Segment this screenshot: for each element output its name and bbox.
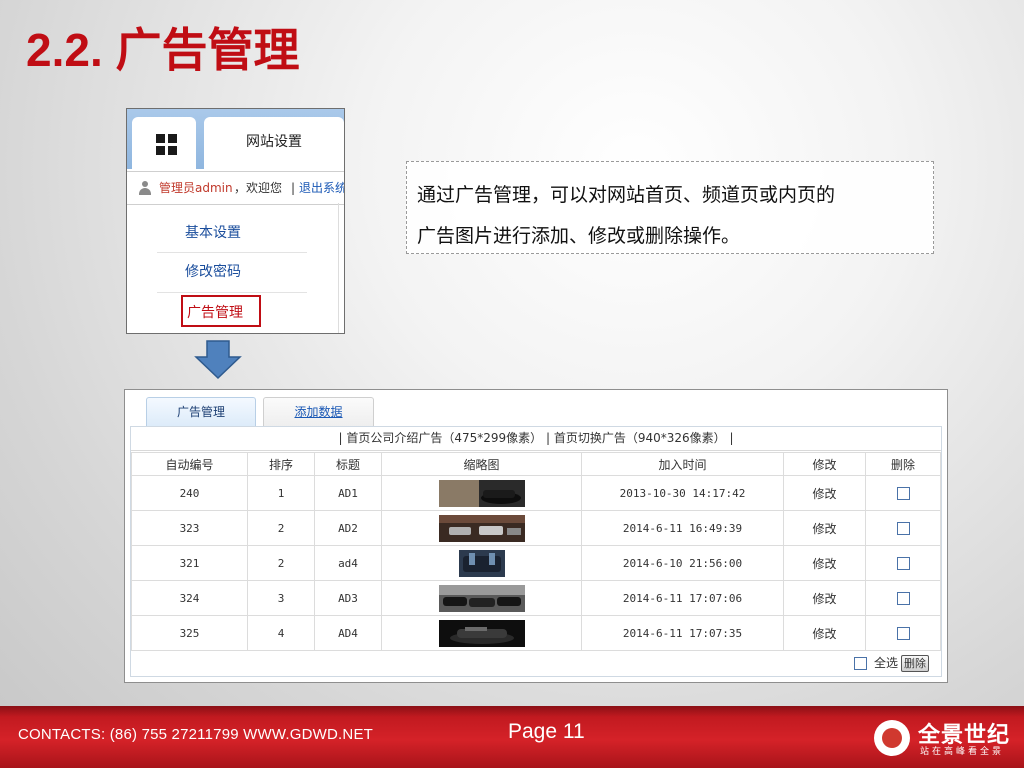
table-row: 240 1 AD1 2013-10-30 14:17:42 修改	[131, 475, 941, 511]
delete-checkbox[interactable]	[896, 556, 910, 570]
col-header-added-time: 加入时间	[581, 452, 784, 476]
cell-added-time: 2014-6-11 17:07:35	[581, 615, 784, 651]
edit-link[interactable]: 修改	[783, 510, 866, 546]
cell-delete	[865, 475, 941, 511]
sidebar-item-basic-settings[interactable]: 基本设置	[185, 214, 305, 252]
col-header-delete: 删除	[865, 452, 941, 476]
thumbnail-image[interactable]	[438, 479, 525, 507]
cell-added-time: 2014-6-11 16:49:39	[581, 510, 784, 546]
cell-thumbnail	[381, 615, 582, 651]
cell-delete	[865, 510, 941, 546]
user-bar-separator: |	[291, 181, 296, 195]
table-row: 323 2 AD2 2014-6-11 16:49:39 修改	[131, 510, 941, 546]
cell-id: 323	[131, 510, 248, 546]
cell-id: 321	[131, 545, 248, 581]
tab-site-settings[interactable]: 网站设置	[204, 117, 344, 171]
cell-title: AD1	[314, 475, 382, 511]
cell-order: 2	[247, 510, 315, 546]
welcome-text: ，欢迎您	[234, 181, 283, 195]
cell-order: 1	[247, 475, 315, 511]
tab-ad-management[interactable]: 广告管理	[146, 397, 256, 427]
logout-link[interactable]: 退出系统	[299, 172, 344, 204]
select-all-label[interactable]: 全选	[874, 656, 898, 670]
tab-add-data[interactable]: 添加数据	[263, 397, 374, 427]
select-all-checkbox[interactable]	[853, 657, 867, 670]
thumbnail-image[interactable]	[458, 549, 505, 577]
logo-tagline: 站在高峰看全景	[920, 747, 1005, 757]
grid-icon	[156, 134, 178, 156]
user-icon	[139, 181, 151, 195]
company-logo: 全景世纪 站在高峰看全景	[874, 718, 1014, 762]
delete-checkbox[interactable]	[896, 486, 910, 500]
ad-size-info: | 首页公司介绍广告（475*299像素） | 首页切换广告（940*326像素…	[131, 427, 941, 451]
thumbnail-image[interactable]	[438, 584, 525, 612]
select-all-group: 全选 删除	[853, 654, 929, 672]
menu-divider	[157, 292, 307, 293]
edit-link[interactable]: 修改	[783, 580, 866, 616]
col-header-order: 排序	[247, 452, 315, 476]
cell-thumbnail	[381, 545, 582, 581]
edit-link[interactable]: 修改	[783, 615, 866, 651]
contacts-text: CONTACTS: (86) 755 27211799 WWW.GDWD.NET	[18, 726, 374, 743]
cell-added-time: 2014-6-11 17:07:06	[581, 580, 784, 616]
cell-added-time: 2013-10-30 14:17:42	[581, 475, 784, 511]
page-number: Page 11	[508, 720, 585, 743]
cell-delete	[865, 580, 941, 616]
table-header-row: 自动编号 排序 标题 缩略图 加入时间 修改 删除	[131, 452, 941, 476]
sidebar-item-ad-management[interactable]: 广告管理	[181, 295, 261, 327]
delete-checkbox[interactable]	[896, 521, 910, 535]
cell-title: AD2	[314, 510, 382, 546]
cell-id: 240	[131, 475, 248, 511]
cell-delete	[865, 615, 941, 651]
tab-home[interactable]	[132, 117, 196, 171]
table-row: 324 3 AD3 2014-6-11 17:07:06 修改	[131, 580, 941, 616]
slide-title: 2.2. 广告管理	[26, 24, 300, 76]
delete-checkbox[interactable]	[896, 591, 910, 605]
col-header-id: 自动编号	[131, 452, 248, 476]
delete-checkbox[interactable]	[896, 626, 910, 640]
cell-thumbnail	[381, 475, 582, 511]
user-bar: 管理员admin ，欢迎您 | 退出系统	[127, 171, 344, 205]
cell-id: 324	[131, 580, 248, 616]
sidebar-border	[338, 203, 339, 333]
sidebar-item-change-password[interactable]: 修改密码	[185, 253, 305, 291]
cell-delete	[865, 545, 941, 581]
cell-title: ad4	[314, 545, 382, 581]
cell-order: 2	[247, 545, 315, 581]
down-arrow-icon	[194, 340, 242, 380]
description-line-2: 广告图片进行添加、修改或删除操作。	[417, 225, 741, 247]
cell-title: AD4	[314, 615, 382, 651]
thumbnail-image[interactable]	[438, 619, 525, 647]
admin-sidebar-screenshot: 网站设置 管理员admin ，欢迎您 | 退出系统 基本设置 修改密码 广告管理	[126, 108, 345, 334]
col-header-edit: 修改	[783, 452, 866, 476]
description-box: 通过广告管理，可以对网站首页、频道页或内页的 广告图片进行添加、修改或删除操作。	[406, 161, 934, 254]
logo-mark-icon	[874, 720, 910, 756]
user-name: 管理员admin	[159, 181, 233, 195]
description-line-1: 通过广告管理，可以对网站首页、频道页或内页的	[417, 184, 836, 206]
col-header-thumbnail: 缩略图	[381, 452, 582, 476]
cell-order: 3	[247, 580, 315, 616]
ad-table-container: | 首页公司介绍广告（475*299像素） | 首页切换广告（940*326像素…	[130, 426, 942, 677]
cell-id: 325	[131, 615, 248, 651]
ad-manager-screenshot: 广告管理 添加数据 | 首页公司介绍广告（475*299像素） | 首页切换广告…	[124, 389, 948, 683]
delete-button[interactable]: 删除	[901, 655, 929, 672]
cell-order: 4	[247, 615, 315, 651]
thumbnail-image[interactable]	[438, 514, 525, 542]
cell-added-time: 2014-6-10 21:56:00	[581, 545, 784, 581]
table-row: 325 4 AD4 2014-6-11 17:07:35 修改	[131, 615, 941, 651]
cell-thumbnail	[381, 510, 582, 546]
cell-thumbnail	[381, 580, 582, 616]
slide-footer: CONTACTS: (86) 755 27211799 WWW.GDWD.NET…	[0, 706, 1024, 768]
edit-link[interactable]: 修改	[783, 545, 866, 581]
admin-tab-bar: 网站设置	[127, 109, 344, 171]
col-header-title: 标题	[314, 452, 382, 476]
cell-title: AD3	[314, 580, 382, 616]
table-row: 321 2 ad4 2014-6-10 21:56:00 修改	[131, 545, 941, 581]
ad-table: 自动编号 排序 标题 缩略图 加入时间 修改 删除 240 1 AD1 2013…	[131, 452, 941, 651]
edit-link[interactable]: 修改	[783, 475, 866, 511]
